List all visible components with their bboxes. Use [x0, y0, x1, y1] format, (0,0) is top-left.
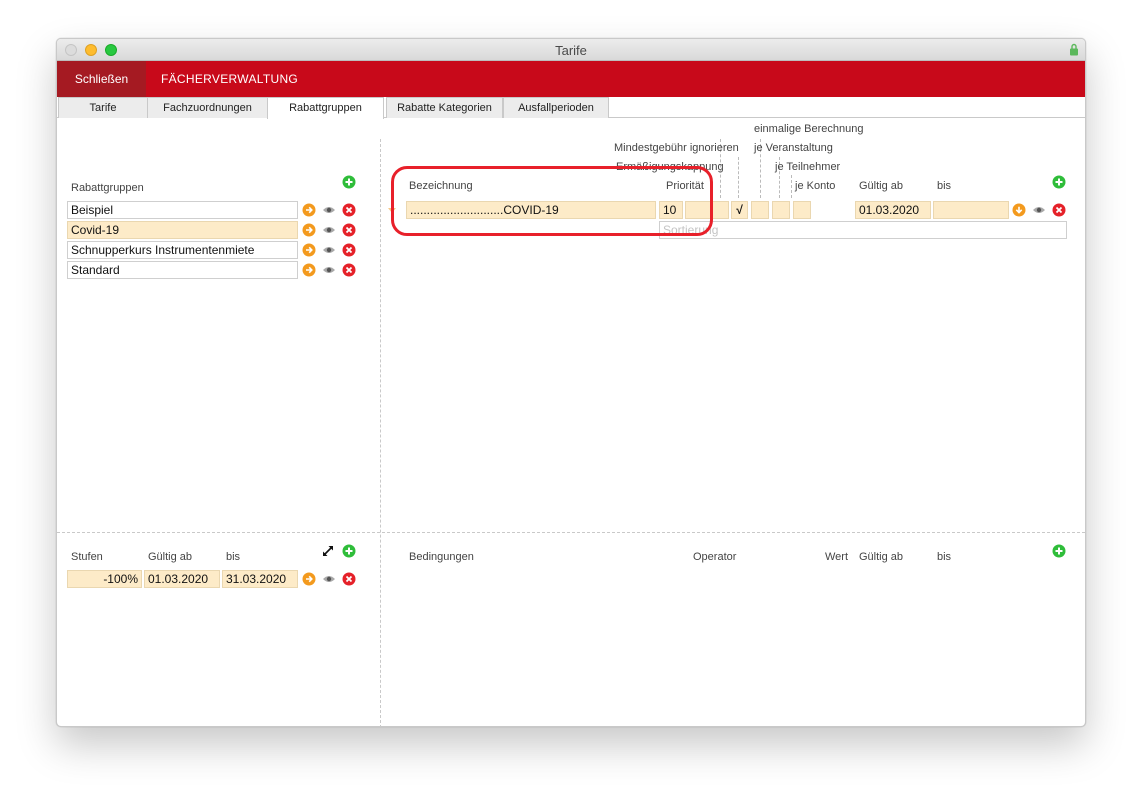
bedingungen-gueltig-ab-header: Gültig ab	[859, 551, 904, 563]
mindestgebuehr-checkbox[interactable]: √	[731, 201, 748, 219]
tab-tarife[interactable]: Tarife	[58, 97, 148, 118]
tab-rabattgruppen[interactable]: Rabattgruppen	[267, 97, 384, 119]
je-teilnehmer-header: je Teilnehmer	[775, 161, 841, 173]
add-icon[interactable]	[1052, 175, 1066, 189]
bis-header: bis	[937, 180, 952, 192]
stufe-value-field[interactable]: -100%	[67, 570, 142, 588]
prioritaet-field[interactable]: 10	[659, 201, 683, 219]
tab-bar: Tarife Fachzuordnungen Rabattgruppen Rab…	[57, 97, 1085, 119]
column-guide	[791, 175, 792, 198]
column-guide	[738, 157, 739, 198]
arrow-right-icon[interactable]	[302, 223, 316, 237]
arrow-right-icon[interactable]	[302, 572, 316, 586]
wert-header: Wert	[825, 551, 849, 563]
eye-icon[interactable]	[322, 243, 336, 257]
operator-header: Operator	[693, 551, 737, 563]
arrow-right-icon[interactable]	[302, 203, 316, 217]
group-name-field[interactable]: Beispiel	[67, 201, 298, 219]
eye-icon[interactable]	[322, 203, 336, 217]
delete-icon[interactable]	[342, 572, 356, 586]
horizontal-divider	[57, 532, 1085, 533]
drag-handle-icon[interactable]	[387, 205, 397, 215]
stufe-bis-field[interactable]: 31.03.2020	[222, 570, 298, 588]
title-bar: Tarife	[57, 39, 1085, 61]
eye-icon[interactable]	[322, 263, 336, 277]
bezeichnung-field[interactable]: ............................COVID-19	[406, 201, 656, 219]
vertical-divider	[380, 139, 381, 726]
prioritaet-header: Priorität	[666, 180, 704, 192]
tab-fachzuordnungen[interactable]: Fachzuordnungen	[147, 97, 268, 118]
bedingungen-bis-header: bis	[937, 551, 952, 563]
stufen-gueltig-ab-header: Gültig ab	[148, 551, 193, 563]
app-window: Tarife Schließen FÄCHERVERWALTUNG Tarife…	[56, 38, 1086, 727]
einmalige-berechnung-checkbox[interactable]	[751, 201, 769, 219]
je-veranstaltung-header: je Veranstaltung	[754, 142, 833, 154]
stufen-header: Stufen	[71, 551, 103, 563]
arrow-right-icon[interactable]	[302, 243, 316, 257]
ermaessigungskappung-field[interactable]	[685, 201, 729, 219]
bezeichnung-header: Bezeichnung	[409, 180, 473, 192]
mindestgebuehr-header: Mindestgebühr ignorieren	[614, 142, 739, 154]
je-konto-header: je Konto	[795, 180, 836, 192]
delete-icon[interactable]	[342, 203, 356, 217]
arrow-down-icon[interactable]	[1012, 203, 1026, 217]
tab-ausfallperioden[interactable]: Ausfallperioden	[503, 97, 609, 118]
gueltig-ab-field[interactable]: 01.03.2020	[855, 201, 931, 219]
group-name-field[interactable]: Covid-19	[67, 221, 298, 239]
delete-icon[interactable]	[342, 223, 356, 237]
delete-icon[interactable]	[342, 263, 356, 277]
arrow-right-icon[interactable]	[302, 263, 316, 277]
rabattgruppen-header: Rabattgruppen	[71, 182, 144, 194]
tab-rabatte-kategorien[interactable]: Rabatte Kategorien	[386, 97, 503, 118]
eye-icon[interactable]	[322, 223, 336, 237]
eye-icon[interactable]	[322, 572, 336, 586]
group-name-field[interactable]: Schnupperkurs Instrumentenmiete	[67, 241, 298, 259]
stufen-bis-header: bis	[226, 551, 241, 563]
add-icon[interactable]	[342, 175, 356, 189]
delete-icon[interactable]	[342, 243, 356, 257]
toolbar: Schließen FÄCHERVERWALTUNG	[57, 61, 1085, 97]
lock-icon	[1070, 43, 1078, 56]
add-icon[interactable]	[342, 544, 356, 558]
je-veranstaltung-checkbox[interactable]	[772, 201, 790, 219]
sortierung-field[interactable]: Sortierung	[659, 221, 1067, 239]
section-label[interactable]: FÄCHERVERWALTUNG	[161, 61, 298, 97]
je-teilnehmer-checkbox[interactable]	[793, 201, 811, 219]
add-icon[interactable]	[1052, 544, 1066, 558]
group-name-field[interactable]: Standard	[67, 261, 298, 279]
bedingungen-header: Bedingungen	[409, 551, 474, 563]
delete-icon[interactable]	[1052, 203, 1066, 217]
eye-icon[interactable]	[1032, 203, 1046, 217]
expand-icon[interactable]	[321, 544, 335, 558]
gueltig-ab-header: Gültig ab	[859, 180, 904, 192]
ermaessigungskappung-header: Ermäßigungskappung	[616, 161, 724, 173]
stufe-gueltig-ab-field[interactable]: 01.03.2020	[144, 570, 220, 588]
bis-field[interactable]	[933, 201, 1009, 219]
window-title: Tarife	[555, 43, 587, 58]
close-button[interactable]: Schließen	[57, 61, 146, 97]
einmalige-berechnung-header: einmalige Berechnung	[754, 123, 864, 135]
